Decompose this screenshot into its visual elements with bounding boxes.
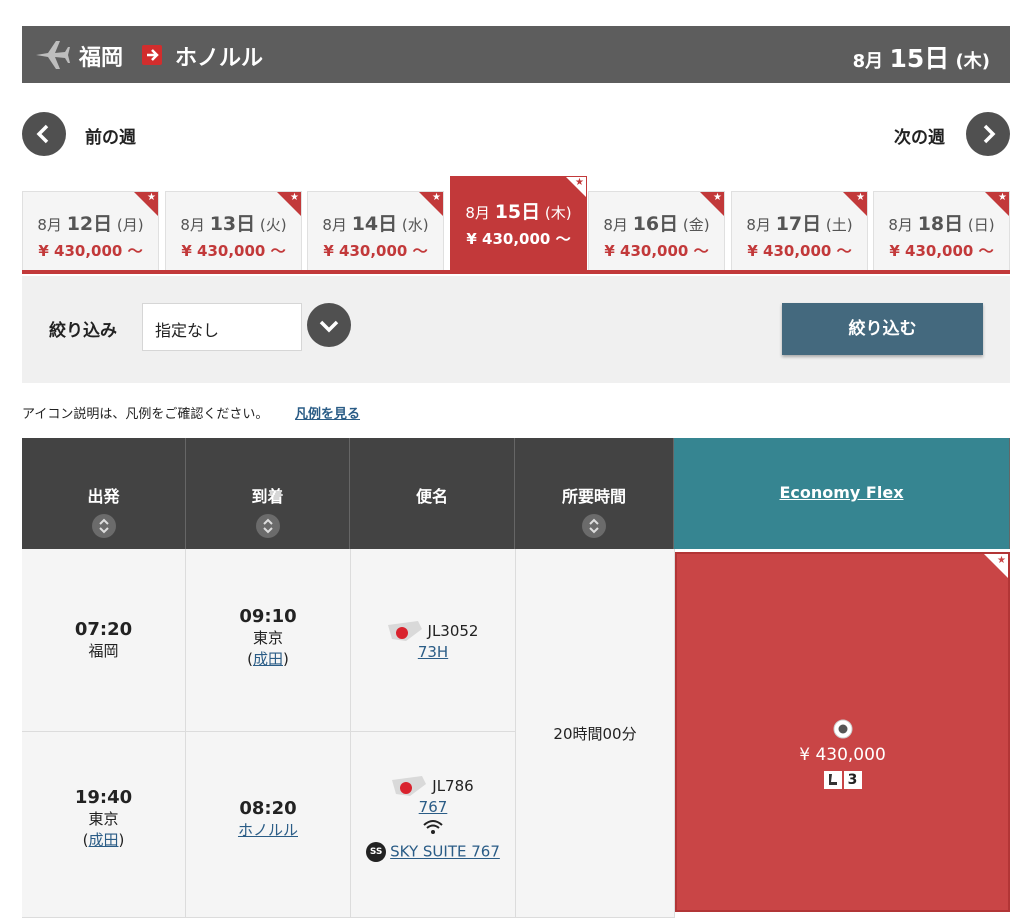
- chevron-down-icon: [319, 320, 339, 333]
- fare-cell-selected[interactable]: ★ ¥ 430,000 3: [675, 552, 1010, 912]
- legend-text: アイコン説明は、凡例をご確認ください。: [22, 407, 269, 422]
- seg1-flight: JL3052 73H: [351, 549, 516, 732]
- origin-city: 福岡: [79, 46, 124, 71]
- tab-underline: [22, 270, 1010, 274]
- aircraft-link[interactable]: 767: [419, 798, 448, 816]
- date-tab-13[interactable]: ★ 8月 13日 (火) ¥ 430,000 ～: [165, 191, 302, 272]
- filter-panel: 絞り込み 指定なし 絞り込む: [22, 276, 1010, 383]
- radio-selected-icon[interactable]: [833, 719, 853, 739]
- filter-label: 絞り込み: [49, 321, 117, 341]
- fare-price: ¥ 430,000: [799, 745, 886, 765]
- chevron-left-icon: [36, 124, 49, 144]
- date-tab-12[interactable]: ★ 8月 12日 (月) ¥ 430,000 ～: [22, 191, 159, 272]
- duration-cell: 20時間00分: [516, 549, 675, 918]
- star-icon: ★: [997, 555, 1006, 566]
- airplane-icon: [36, 41, 70, 69]
- star-icon: ★: [575, 177, 584, 188]
- seg2-depart: 19:40 東京 (成田): [22, 732, 186, 918]
- flight-table: 出発 到着 便名 所要時間 Economy Flex 07:20 福岡 09:1…: [22, 438, 1010, 918]
- wifi-icon: [423, 820, 443, 834]
- prev-week-button[interactable]: [22, 112, 66, 156]
- legend-note: アイコン説明は、凡例をご確認ください。 凡例を見る: [22, 403, 360, 422]
- header-depart[interactable]: 出発: [22, 438, 186, 549]
- header-flight: 便名: [350, 438, 515, 549]
- header-arrive[interactable]: 到着: [186, 438, 350, 549]
- star-icon: ★: [856, 192, 865, 203]
- legend-link[interactable]: 凡例を見る: [295, 403, 360, 422]
- sky-suite-icon: SS: [366, 842, 387, 862]
- seg2-arrive: 08:20 ホノルル: [186, 732, 351, 918]
- week-navigation: 前の週 次の週: [22, 112, 1010, 156]
- seats-left: 3: [843, 771, 862, 789]
- date-tab-15-selected[interactable]: ★ 8月 15日 (木) ¥ 430,000 ～: [450, 176, 587, 272]
- route-header: 福岡 ホノルル 8月 15日 (木): [22, 26, 1010, 83]
- date-tabs: ★ 8月 12日 (月) ¥ 430,000 ～ ★ 8月 13日 (火) ¥ …: [22, 176, 1010, 276]
- filter-dropdown-button[interactable]: [307, 303, 351, 347]
- filter-select[interactable]: 指定なし: [142, 303, 302, 351]
- seat-icon: [823, 771, 842, 789]
- date-tab-16[interactable]: ★ 8月 16日 (金) ¥ 430,000 ～: [588, 191, 725, 272]
- date-tab-18[interactable]: ★ 8月 18日 (日) ¥ 430,000 ～: [873, 191, 1010, 272]
- star-icon: ★: [998, 192, 1007, 203]
- jal-tail-icon: [392, 776, 427, 796]
- airport-link[interactable]: 成田: [253, 650, 283, 668]
- star-icon: ★: [290, 192, 299, 203]
- chevron-right-icon: [983, 124, 996, 144]
- date-tab-14[interactable]: ★ 8月 14日 (水) ¥ 430,000 ～: [307, 191, 444, 272]
- selected-date: 8月 15日 (木): [852, 44, 990, 73]
- destination-city: ホノルル: [175, 46, 264, 71]
- apply-filter-button[interactable]: 絞り込む: [782, 303, 983, 355]
- next-week-button[interactable]: [966, 112, 1010, 156]
- seg2-flight: JL786 767 SS SKY SUITE 767: [351, 732, 516, 918]
- prev-week-link[interactable]: 前の週: [85, 123, 136, 148]
- aircraft-link[interactable]: 73H: [418, 643, 448, 661]
- sort-icon[interactable]: [91, 514, 116, 538]
- jal-tail-icon: [387, 621, 422, 641]
- header-duration[interactable]: 所要時間: [515, 438, 674, 549]
- star-icon: ★: [432, 192, 441, 203]
- seg1-arrive: 09:10 東京 (成田): [186, 549, 351, 732]
- airport-link[interactable]: 成田: [88, 831, 118, 849]
- route-arrow-icon: [142, 45, 162, 65]
- airport-link[interactable]: ホノルル: [238, 821, 298, 839]
- seat-type-link[interactable]: SKY SUITE 767: [390, 843, 500, 861]
- sort-icon[interactable]: [582, 514, 606, 538]
- date-tab-17[interactable]: ★ 8月 17日 (土) ¥ 430,000 ～: [731, 191, 868, 272]
- star-icon: ★: [147, 192, 156, 203]
- seg1-depart: 07:20 福岡: [22, 549, 186, 732]
- sort-icon[interactable]: [255, 514, 280, 538]
- star-icon: ★: [713, 192, 722, 203]
- header-fare-economy-flex[interactable]: Economy Flex: [674, 438, 1010, 549]
- next-week-link[interactable]: 次の週: [894, 123, 945, 148]
